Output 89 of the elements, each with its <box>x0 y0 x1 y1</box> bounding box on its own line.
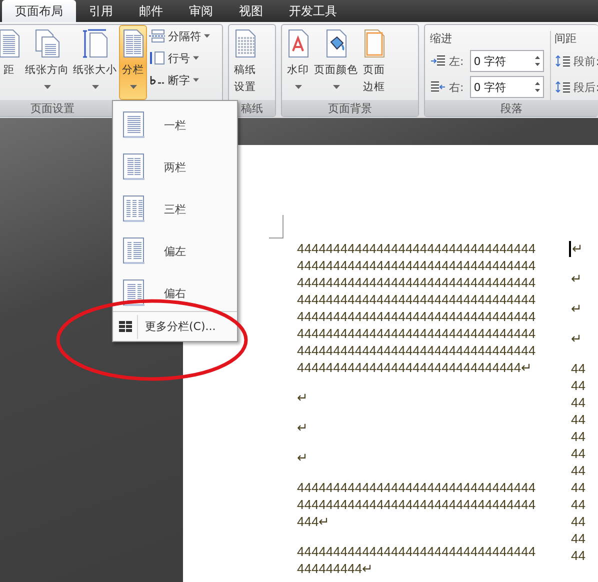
text-line: ↵ <box>297 449 308 466</box>
menu-item[interactable]: 偏右 <box>113 272 237 314</box>
column-layout-icon <box>122 111 146 139</box>
ribbon-button[interactable]: 稿纸 设置 <box>231 25 259 100</box>
menu-item[interactable]: 三栏 <box>113 188 237 230</box>
spin-field[interactable]: 0 字符 <box>470 76 544 98</box>
ribbon-tab[interactable]: 邮件 <box>126 0 176 22</box>
text-line: ↵ <box>571 270 582 287</box>
text-line: 444444444↵ <box>297 560 374 577</box>
ribbon-tab[interactable]: 审阅 <box>176 0 226 22</box>
menu-item[interactable]: 两栏 <box>113 146 237 188</box>
page-break-icon <box>149 29 165 43</box>
spacing-icon <box>554 54 571 68</box>
text-line: 444444444444444444444444444444444 <box>297 291 536 308</box>
section-title: 间距 <box>554 31 578 47</box>
text-line: 44 <box>571 513 586 530</box>
ribbon-button[interactable]: 分栏 <box>119 25 147 100</box>
text-line: ↵ <box>297 419 308 436</box>
field-label: 段后: <box>574 80 598 95</box>
text-line: 444444444444444444444444444444444 <box>297 308 536 325</box>
menu-item[interactable]: 偏左 <box>113 230 237 272</box>
text-line: 44 <box>571 394 586 411</box>
text-line: 444444444444444444444444444444444 <box>297 240 536 257</box>
ribbon-button[interactable]: 页面 边框 <box>360 25 388 100</box>
text-line: 44 <box>571 530 586 547</box>
text-line: ↵ <box>571 330 582 347</box>
text-line: 44 <box>571 445 586 462</box>
columns-icon <box>121 29 145 58</box>
caret-icon <box>204 34 210 38</box>
ribbon-button[interactable]: 纸张大小 <box>71 25 119 100</box>
columns-icon <box>118 321 132 332</box>
text-line: 444444444444444444444444444444444 <box>297 496 536 513</box>
text-line: 444444444444444444444444444444444 <box>297 257 536 274</box>
text-line: 44 <box>571 496 586 513</box>
text-line: ↵ <box>571 300 582 317</box>
text-line: ↵ <box>297 389 308 406</box>
ribbon-tab[interactable]: 开发工具 <box>276 0 350 22</box>
spin-field[interactable]: 0 字符 <box>470 50 544 72</box>
column-layout-icon <box>122 195 146 223</box>
text-line: 4444444444444444444444444444444↵ <box>297 359 532 376</box>
paint-bucket-icon <box>324 29 348 58</box>
ribbon-tab[interactable]: 引用 <box>76 0 126 22</box>
text-line: 44 <box>571 462 586 479</box>
text-line: 44 <box>571 547 586 564</box>
text-line: 444444444444444444444444444444444 <box>297 479 536 496</box>
field-label: 右: <box>449 80 464 95</box>
caret-icon <box>193 56 199 60</box>
grid-paper-icon <box>233 29 257 58</box>
text-line: 44 <box>571 360 586 377</box>
ribbon-tab[interactable]: 页面布局 <box>2 0 76 22</box>
column-layout-icon <box>122 237 146 265</box>
line-numbers-icon <box>149 51 165 65</box>
text-line: 44 <box>571 428 586 445</box>
group-label: 段落 <box>425 100 598 116</box>
text-line: 444↵ <box>297 513 330 530</box>
ribbon-button[interactable]: 距 <box>0 25 23 100</box>
text-line: ↵ <box>572 240 583 257</box>
group-label: 页面背景 <box>282 100 418 116</box>
field-label: 左: <box>449 54 464 69</box>
ribbon-small-button[interactable]: 行号 <box>149 47 210 69</box>
text-line: 44 <box>571 411 586 428</box>
watermark-page-icon <box>286 29 310 58</box>
ribbon-tab[interactable]: 视图 <box>226 0 276 22</box>
ribbon-button[interactable]: 纸张方向 <box>23 25 71 100</box>
spinner-icon <box>534 81 540 94</box>
section-title: 缩进 <box>430 31 453 47</box>
page-size-icon <box>82 29 108 58</box>
indent-icon <box>430 54 446 68</box>
page-border-icon <box>362 29 386 58</box>
hyphenation-icon <box>149 73 165 87</box>
ribbon-button[interactable]: 页面颜色 <box>312 25 360 100</box>
pages-icon <box>34 29 60 58</box>
indent-icon <box>430 80 446 94</box>
ribbon-small-button[interactable]: 分隔符 <box>149 25 210 47</box>
page-icon <box>0 29 21 58</box>
text-line: 444444444444444444444444444444444 <box>297 543 536 560</box>
column-layout-icon <box>122 153 146 181</box>
text-line: 444444444444444444444444444444444 <box>297 274 536 291</box>
corner-mark <box>269 215 284 239</box>
ribbon-button[interactable]: 水印 <box>284 25 312 100</box>
spacing-icon <box>554 80 571 94</box>
text-line: 444444444444444444444444444444444 <box>297 325 536 342</box>
text-line: 44 <box>571 479 586 496</box>
text-line: 444444444444444444444444444444444 <box>297 342 536 359</box>
text-line: 44 <box>571 377 586 394</box>
field-label: 段前: <box>574 54 598 69</box>
spinner-icon <box>534 55 540 68</box>
ribbon-small-button[interactable]: 断字 <box>149 69 210 91</box>
caret-icon <box>193 78 199 82</box>
